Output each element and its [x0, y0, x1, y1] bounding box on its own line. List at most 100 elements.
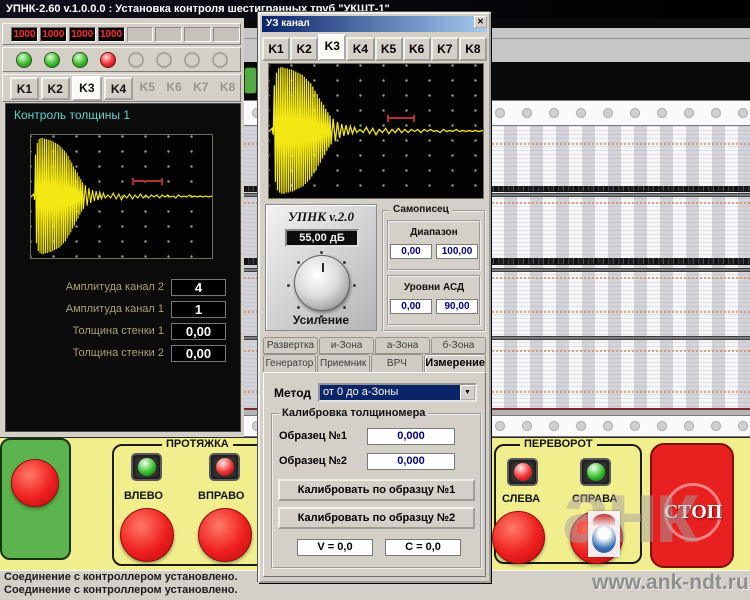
asd-min-field[interactable]: 0,00 — [390, 299, 432, 314]
c-value-field: C = 0,0 — [385, 539, 461, 556]
range-min-field[interactable]: 0,00 — [390, 244, 432, 259]
dialog-close-button[interactable]: ✕ — [474, 16, 487, 28]
vpravo-led-box — [209, 453, 240, 481]
sample2-row: Образец №2 0,000 — [279, 452, 455, 470]
dialog-tab-k7[interactable]: K7 — [431, 37, 459, 61]
dialog-channel-tabs: K1 K2 K3 K4 K5 K6 K7 K8 — [262, 34, 487, 61]
sample1-field[interactable]: 0,000 — [367, 428, 455, 445]
channel-led-5 — [128, 52, 144, 68]
readout-list: Амплитуда канал 2 4 Амплитуда канал 1 1 … — [6, 276, 240, 364]
waveform-trace — [269, 67, 483, 193]
asd-max-field[interactable]: 90,00 — [436, 299, 478, 314]
tab-a-zona[interactable]: а-Зона — [375, 337, 430, 354]
range-max-field[interactable]: 100,00 — [436, 244, 478, 259]
sleva-led-box — [507, 458, 538, 486]
channel-button-k7: K7 — [188, 77, 213, 100]
sample1-label: Образец №1 — [279, 430, 367, 442]
tab-vrch[interactable]: ВРЧ — [371, 354, 424, 373]
channel-button-k8: K8 — [215, 77, 240, 100]
readout-row: Амплитуда канал 1 1 — [6, 298, 240, 320]
asd-subpanel: Уровни АСД 0,00 90,00 — [387, 275, 481, 326]
v-value-field: V = 0,0 — [297, 539, 373, 556]
gain-knob[interactable] — [294, 255, 350, 311]
sleva-label: СЛЕВА — [502, 493, 540, 505]
zone-tab-strip: Развертка и-Зона а-Зона б-Зона — [263, 337, 486, 354]
calibrate-sample1-button[interactable]: Калибровать по образцу №1 — [278, 479, 475, 501]
channel-led-4 — [100, 52, 116, 68]
channel-led-8 — [212, 52, 228, 68]
calibrate-sample2-button[interactable]: Калибровать по образцу №2 — [278, 507, 475, 529]
readout-value: 0,00 — [171, 345, 226, 362]
counter-display: 1000 — [69, 27, 96, 42]
tab-generator[interactable]: Генератор — [263, 354, 316, 373]
range-subpanel: Диапазон 0,00 100,00 — [387, 220, 481, 271]
counter-display-empty — [127, 27, 154, 42]
function-tab-strip: Генератор Приемник ВРЧ Измерение — [263, 354, 486, 373]
a-scan-display-dialog — [268, 63, 484, 199]
dialog-tab-k5[interactable]: K5 — [375, 37, 403, 61]
vlevo-label: ВЛЕВО — [124, 490, 163, 502]
waveform-trace — [31, 138, 212, 254]
method-label: Метод — [274, 386, 318, 400]
measure-tab-content: Метод от 0 до а-Зоны ▼ Калибровка толщин… — [263, 372, 486, 577]
tab-izmerenie[interactable]: Измерение — [424, 354, 486, 373]
thickness-display-panel: Контроль толщины 1 Амплитуда канал 2 4 А… — [5, 103, 241, 432]
method-dropdown[interactable]: от 0 до а-Зоны ▼ — [318, 383, 477, 402]
stop-button[interactable]: СТОП — [650, 443, 734, 568]
sprava-label: СПРАВА — [572, 493, 618, 505]
sample1-row: Образец №1 0,000 — [279, 427, 455, 445]
dialog-tab-k3[interactable]: K3 — [318, 34, 346, 61]
channel-led-row — [2, 47, 241, 72]
counter-display-empty — [213, 27, 240, 42]
tab-razvertka[interactable]: Развертка — [263, 337, 318, 354]
sprava-led-box — [580, 458, 611, 486]
channel-led-6 — [156, 52, 172, 68]
tab-i-zona[interactable]: и-Зона — [319, 337, 374, 354]
status-message-2: Соединение с контроллером установлено. — [0, 584, 750, 597]
vpravo-led — [216, 458, 234, 476]
channel-button-k4[interactable]: K4 — [104, 77, 133, 100]
a-scan-display-main — [30, 134, 213, 259]
ank-logo-icon — [588, 511, 620, 557]
gain-value-display: 55,00 дБ — [285, 229, 359, 247]
channel-button-k1[interactable]: K1 — [10, 77, 39, 100]
vpravo-label: ВПРАВО — [198, 490, 244, 502]
application-window: УПНК-2.60 v.1.0.0.0 : Установка контроля… — [0, 0, 750, 600]
sleva-button[interactable] — [492, 511, 545, 564]
sample2-field[interactable]: 0,000 — [367, 453, 455, 470]
tab-b-zona[interactable]: б-Зона — [431, 337, 486, 354]
dialog-tab-k6[interactable]: K6 — [403, 37, 431, 61]
channel-led-7 — [184, 52, 200, 68]
dialog-title: УЗ канал — [266, 18, 310, 29]
range-label: Диапазон — [389, 227, 479, 238]
vlevo-button[interactable] — [120, 508, 174, 562]
readout-value: 0,00 — [171, 323, 226, 340]
dialog-tab-k1[interactable]: K1 — [262, 37, 290, 61]
dialog-tab-k2[interactable]: K2 — [290, 37, 318, 61]
recorder-title: Самописец — [390, 204, 452, 215]
tab-priemnik[interactable]: Приемник — [317, 354, 370, 373]
channel-button-k3[interactable]: K3 — [72, 76, 103, 101]
asd-label: Уровни АСД — [389, 282, 479, 293]
channel-button-k6: K6 — [162, 77, 187, 100]
kontrol-button[interactable] — [11, 459, 59, 507]
channel-led-1 — [16, 52, 32, 68]
sleva-led — [514, 463, 532, 481]
counter-display-row: 1000 1000 1000 1000 — [2, 23, 241, 45]
channel-button-k2[interactable]: K2 — [41, 77, 70, 100]
vpravo-button[interactable] — [198, 508, 252, 562]
readout-value: 4 — [171, 279, 226, 296]
dialog-tab-k8[interactable]: K8 — [459, 37, 487, 61]
calibration-title: Калибровка толщиномера — [279, 407, 428, 419]
counter-display: 1000 — [98, 27, 125, 42]
counter-display-empty — [184, 27, 211, 42]
channel-button-k5: K5 — [135, 77, 160, 100]
protyazhka-title: ПРОТЯЖКА — [162, 438, 233, 450]
readout-value: 1 — [171, 301, 226, 318]
dropdown-arrow-icon[interactable]: ▼ — [460, 385, 475, 400]
sample2-label: Образец №2 — [279, 455, 367, 467]
dialog-tab-k4[interactable]: K4 — [346, 37, 374, 61]
readout-row: Амплитуда канал 2 4 — [6, 276, 240, 298]
uz-channel-dialog: УЗ канал ✕ K1 K2 K3 K4 K5 K6 K7 K8 УПНК … — [258, 12, 491, 583]
channel-led-2 — [44, 52, 60, 68]
